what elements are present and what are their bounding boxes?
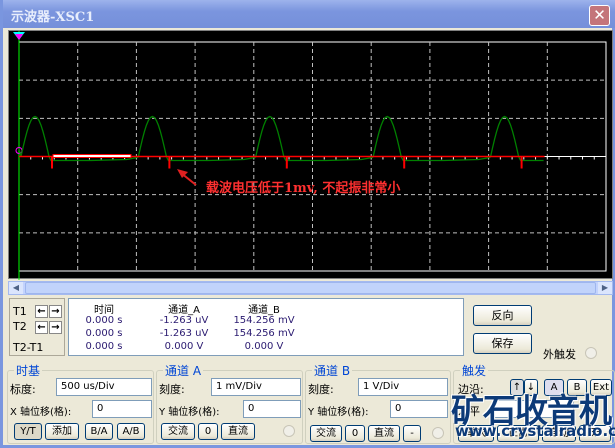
oscilloscope-screen[interactable]: 载波电压低于1mv, 不起振非常小: [8, 30, 613, 280]
timebase-title: 时基: [14, 362, 43, 379]
t1-channel-a: -1.263 uV: [159, 315, 209, 326]
diff-channel-b: 0.000 V: [244, 341, 284, 352]
channel-b-zero-button[interactable]: 0: [345, 425, 365, 442]
channel-b-scale-input[interactable]: 1 V/Div: [358, 378, 448, 396]
ext-trigger-radio[interactable]: [585, 347, 597, 359]
trigger-title: 触发: [460, 362, 489, 379]
channel-b-trace: [18, 115, 544, 162]
t2-channel-a: -1.263 uV: [159, 328, 209, 339]
scroll-left-icon[interactable]: ◀: [9, 282, 23, 294]
channel-b-ac-button[interactable]: 交流: [310, 425, 342, 442]
x-position-label: X 轴位移(格):: [10, 407, 72, 418]
channel-a-group: 通道 A 刻度: 1 mV/Div Y 轴位移(格): 0 交流 0 直流: [156, 362, 303, 444]
channel-a-title: 通道 A: [163, 362, 204, 379]
reverse-button[interactable]: 反向: [473, 305, 532, 326]
horizontal-scrollbar[interactable]: ◀ ▶: [8, 281, 613, 295]
channel-a-spike: [168, 156, 171, 169]
channel-a-scale-label: 刻度:: [159, 383, 185, 396]
channel-b-group: 通道 B 刻度: 1 V/Div Y 轴位移(格): 0 交流 0 直流 -: [305, 362, 451, 444]
t2-left-arrow-icon[interactable]: ←: [35, 321, 48, 334]
t2-label: T2: [13, 320, 27, 333]
timebase-scale-label: 标度:: [10, 383, 36, 396]
cursor-t2-marker-icon: [15, 34, 23, 40]
title-bar[interactable]: 示波器-XSC1 ✕: [3, 0, 615, 28]
channel-b-scale-label: 刻度:: [308, 383, 334, 396]
header-channel-b: 通道_B: [248, 305, 280, 316]
mode-ab-button[interactable]: A/B: [117, 423, 145, 440]
cursor-controls: T1 T2 T2-T1 ← → ← →: [9, 298, 65, 356]
channel-a-spike: [403, 156, 406, 169]
channel-a-dc-button[interactable]: 直流: [221, 423, 255, 440]
t2-channel-b: 154.256 mV: [233, 328, 295, 339]
t1-time: 0.000 s: [85, 315, 123, 326]
channel-a-highlight: [52, 154, 132, 158]
oscilloscope-window: 示波器-XSC1 ✕ 载波电压低于1mv, 不起振非常小 ◀ ▶ T1 T2 T…: [0, 0, 615, 448]
header-time: 时间: [94, 305, 114, 316]
t1-channel-b: 154.256 mV: [233, 315, 295, 326]
save-button[interactable]: 保存: [473, 333, 532, 354]
mode-ba-button[interactable]: B/A: [85, 423, 113, 440]
close-button[interactable]: ✕: [589, 5, 610, 26]
channel-b-dc-button[interactable]: 直流: [368, 425, 400, 442]
channel-a-y-position-label: Y 轴位移(格):: [159, 407, 220, 418]
channel-a-ac-button[interactable]: 交流: [161, 423, 195, 440]
t1-label: T1: [13, 305, 27, 318]
channel-b-y-position-label: Y 轴位移(格):: [308, 407, 369, 418]
annotation-text: 载波电压低于1mv, 不起振非常小: [206, 180, 400, 196]
channel-a-y-position-input[interactable]: 0: [243, 400, 301, 418]
x-position-input[interactable]: 0: [92, 400, 152, 418]
ext-trigger-label: 外触发: [543, 348, 576, 361]
channel-b-radio[interactable]: [432, 427, 444, 439]
t2-time: 0.000 s: [85, 328, 123, 339]
diff-time: 0.000 s: [85, 341, 123, 352]
diff-channel-a: 0.000 V: [164, 341, 204, 352]
window-title: 示波器-XSC1: [11, 10, 95, 25]
channel-a-spike: [520, 156, 523, 169]
mode-add-button[interactable]: 添加: [45, 423, 79, 440]
channel-b-minus-button[interactable]: -: [403, 425, 421, 442]
header-channel-a: 通道_A: [168, 305, 200, 316]
mode-yt-button[interactable]: Y/T: [14, 423, 42, 440]
watermark-url: www.crystalradio.cn: [455, 422, 615, 440]
channel-a-spike: [285, 156, 288, 169]
scroll-right-icon[interactable]: ▶: [598, 282, 612, 294]
t2-t1-label: T2-T1: [13, 341, 44, 354]
timebase-group: 时基 标度: 500 us/Div X 轴位移(格): 0 Y/T 添加 B/A…: [7, 362, 154, 444]
timebase-scale-input[interactable]: 500 us/Div: [56, 378, 152, 396]
t1-left-arrow-icon[interactable]: ←: [35, 305, 48, 318]
channel-a-zero-button[interactable]: 0: [198, 423, 218, 440]
channel-a-spike: [51, 156, 53, 169]
channel-b-title: 通道 B: [312, 362, 353, 379]
channel-b-y-position-input[interactable]: 0: [390, 400, 448, 418]
waveform-display: 载波电压低于1mv, 不起振非常小: [13, 31, 607, 280]
measurement-readout: 时间 通道_A 通道_B 0.000 s -1.263 uV 154.256 m…: [68, 298, 464, 356]
channel-a-radio[interactable]: [283, 425, 295, 437]
scroll-thumb[interactable]: [25, 282, 596, 294]
channel-a-scale-input[interactable]: 1 mV/Div: [211, 378, 301, 396]
